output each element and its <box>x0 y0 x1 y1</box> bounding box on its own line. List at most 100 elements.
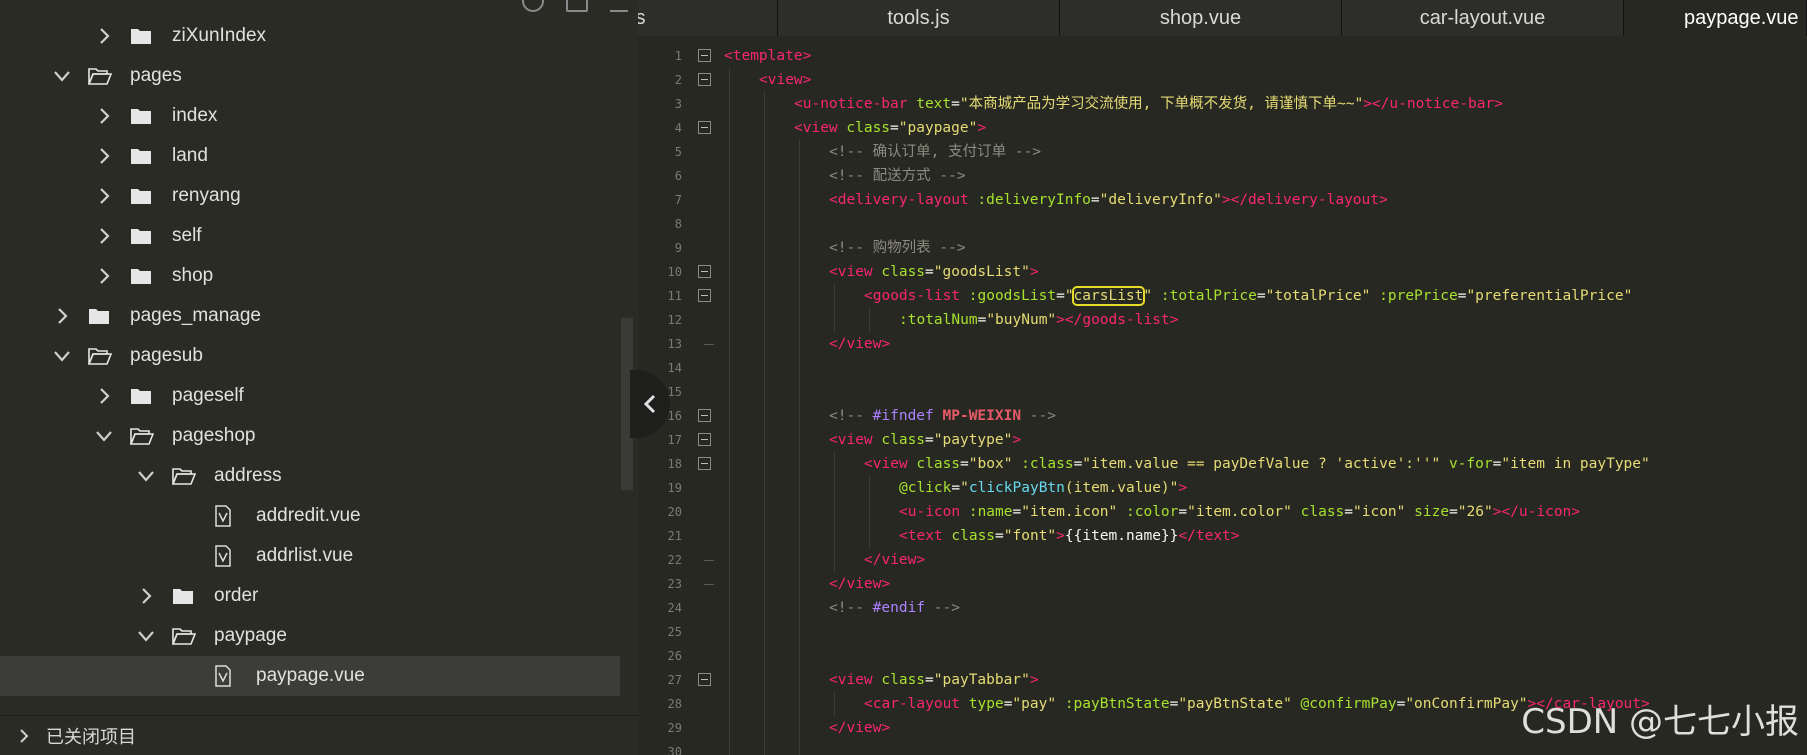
indent-guide <box>834 452 835 476</box>
code-token: v-for <box>1448 456 1493 472</box>
chevron-right-icon[interactable] <box>92 104 116 128</box>
code-token: <view> <box>759 72 812 88</box>
tab-r-js[interactable]: r.js <box>638 0 778 36</box>
code-token: class <box>951 528 996 544</box>
code-line[interactable]: 5 <!-- 确认订单, 支付订单 --> <box>638 140 1807 164</box>
code-line[interactable]: 12:totalNum="buyNum"></goods-list> <box>638 308 1807 332</box>
chevron-right-icon[interactable] <box>134 584 158 608</box>
fold-toggle-icon[interactable] <box>698 433 711 446</box>
chevron-down-icon[interactable] <box>50 64 74 88</box>
code-line[interactable]: 21 <text class="font">{{item.name}}</text… <box>638 524 1807 548</box>
chevron-down-icon[interactable] <box>134 624 158 648</box>
fold-toggle-icon[interactable] <box>698 673 711 686</box>
code-line[interactable]: 19 @click="clickPayBtn(item.value)"> <box>638 476 1807 500</box>
code-editor[interactable]: r.jstools.jsshop.vuecar-layout.vuepaypag… <box>638 0 1807 755</box>
code-token: :payBtnState <box>1064 696 1170 712</box>
chevron-right-icon[interactable] <box>92 384 116 408</box>
tab-car-layout-vue[interactable]: car-layout.vue <box>1342 0 1624 36</box>
tab-paypage-vue[interactable]: paypage.vue <box>1624 0 1807 36</box>
code-line[interactable]: 8 <box>638 212 1807 236</box>
code-token: > <box>1029 672 1039 688</box>
code-line[interactable]: 6 <!-- 配送方式 --> <box>638 164 1807 188</box>
code-line[interactable]: 15 <box>638 380 1807 404</box>
indent-guide <box>729 236 730 260</box>
code-token: = <box>1012 504 1022 520</box>
tab-shop-vue[interactable]: shop.vue <box>1060 0 1342 36</box>
code-line[interactable]: 11 <goods-list :goodsList="carsList" :tot… <box>638 284 1807 308</box>
fold-toggle-icon[interactable] <box>698 49 711 62</box>
code-line[interactable]: 27 <view class="payTabbar"> <box>638 668 1807 692</box>
tree-item-pages-manage[interactable]: pages_manage <box>0 296 620 336</box>
code-line[interactable]: 25 <box>638 620 1807 644</box>
tree-item-index[interactable]: index <box>0 96 620 136</box>
chevron-right-icon[interactable] <box>50 304 74 328</box>
fold-toggle-icon[interactable] <box>698 265 711 278</box>
fold-toggle-icon[interactable] <box>698 289 711 302</box>
tree-item-addredit-vue[interactable]: addredit.vue <box>0 496 620 536</box>
code-line[interactable]: 17 <view class="paytype"> <box>638 428 1807 452</box>
indent-guide <box>799 404 800 428</box>
tree-item-pages[interactable]: pages <box>0 56 620 96</box>
code-line[interactable]: 22 </view> <box>638 548 1807 572</box>
code-token: " <box>1064 288 1074 304</box>
chevron-down-icon[interactable] <box>92 424 116 448</box>
tree-item-renyang[interactable]: renyang <box>0 176 620 216</box>
chevron-right-icon[interactable] <box>92 264 116 288</box>
code-line[interactable]: 3 <u-notice-bar text="本商城产品为学习交流使用, 下单概不发… <box>638 92 1807 116</box>
fold-toggle-icon[interactable] <box>698 457 711 470</box>
project-explorer: ziXunIndex pages index land renyang self shop p… <box>0 0 638 755</box>
code-line[interactable]: 2 <view> <box>638 68 1807 92</box>
code-text: <delivery-layout :deliveryInfo="delivery… <box>829 188 1388 212</box>
chevron-right-icon[interactable] <box>92 184 116 208</box>
code-line[interactable]: 4 <view class="paypage"> <box>638 116 1807 140</box>
indent-guide <box>799 524 800 548</box>
chevron-right-icon[interactable] <box>92 224 116 248</box>
tree-item-pageself[interactable]: pageself <box>0 376 620 416</box>
tree-item-addrlist-vue[interactable]: addrlist.vue <box>0 536 620 576</box>
closed-projects-section[interactable]: 已关闭项目 <box>0 715 638 755</box>
tree-item-shop[interactable]: shop <box>0 256 620 296</box>
code-line[interactable]: 18 <view class="box" :class="item.value =… <box>638 452 1807 476</box>
code-line[interactable]: 20 <u-icon :name="item.icon" :color="item… <box>638 500 1807 524</box>
code-line[interactable]: 9 <!-- 购物列表 --> <box>638 236 1807 260</box>
code-line[interactable]: 1 <template> <box>638 44 1807 68</box>
code-line[interactable]: 13 </view> <box>638 332 1807 356</box>
tree-item-paypage[interactable]: paypage <box>0 616 620 656</box>
tree-item-pagesub[interactable]: pagesub <box>0 336 620 376</box>
indent-guide <box>799 452 800 476</box>
tab-tools-js[interactable]: tools.js <box>778 0 1060 36</box>
tree-item-land[interactable]: land <box>0 136 620 176</box>
tree-item-address[interactable]: address <box>0 456 620 496</box>
code-line[interactable]: 14 <box>638 356 1807 380</box>
fold-toggle-icon[interactable] <box>698 121 711 134</box>
fold-toggle-icon[interactable] <box>698 409 711 422</box>
indent-guide <box>799 332 800 356</box>
chevron-right-icon[interactable] <box>92 24 116 48</box>
chevron-down-icon[interactable] <box>134 464 158 488</box>
tree-item-pageshop[interactable]: pageshop <box>0 416 620 456</box>
chevron-right-icon[interactable] <box>92 144 116 168</box>
info-icon[interactable] <box>522 0 544 12</box>
tree-item-paypage-vue[interactable]: paypage.vue <box>0 656 620 696</box>
indent-guide <box>764 164 765 188</box>
tree-item-self[interactable]: self <box>0 216 620 256</box>
menu-icon[interactable] <box>610 0 628 12</box>
code-line[interactable]: 10 <view class="goodsList"> <box>638 260 1807 284</box>
code-line[interactable]: 16 <!-- #ifndef MP-WEIXIN --> <box>638 404 1807 428</box>
code-line[interactable]: 7 <delivery-layout :deliveryInfo="deliver… <box>638 188 1807 212</box>
tree-item-label: shop <box>172 265 214 286</box>
code-text: <!-- 购物列表 --> <box>829 236 966 260</box>
code-line[interactable]: 24 <!-- #endif --> <box>638 596 1807 620</box>
code-line[interactable]: 23 </view> <box>638 572 1807 596</box>
fold-toggle-icon[interactable] <box>698 73 711 86</box>
highlighted-token: carsList <box>1071 286 1146 306</box>
chevron-down-icon[interactable] <box>50 344 74 368</box>
window-icon[interactable] <box>566 0 588 12</box>
indent-guide <box>799 236 800 260</box>
tree-item-zixunindex[interactable]: ziXunIndex <box>0 16 620 56</box>
tree-item-order[interactable]: order <box>0 576 620 616</box>
code-line[interactable]: 26 <box>638 644 1807 668</box>
indent-guide <box>799 164 800 188</box>
code-token: "本商城产品为学习交流使用, 下单概不发货, 请谨慎下单~~" <box>959 96 1364 112</box>
